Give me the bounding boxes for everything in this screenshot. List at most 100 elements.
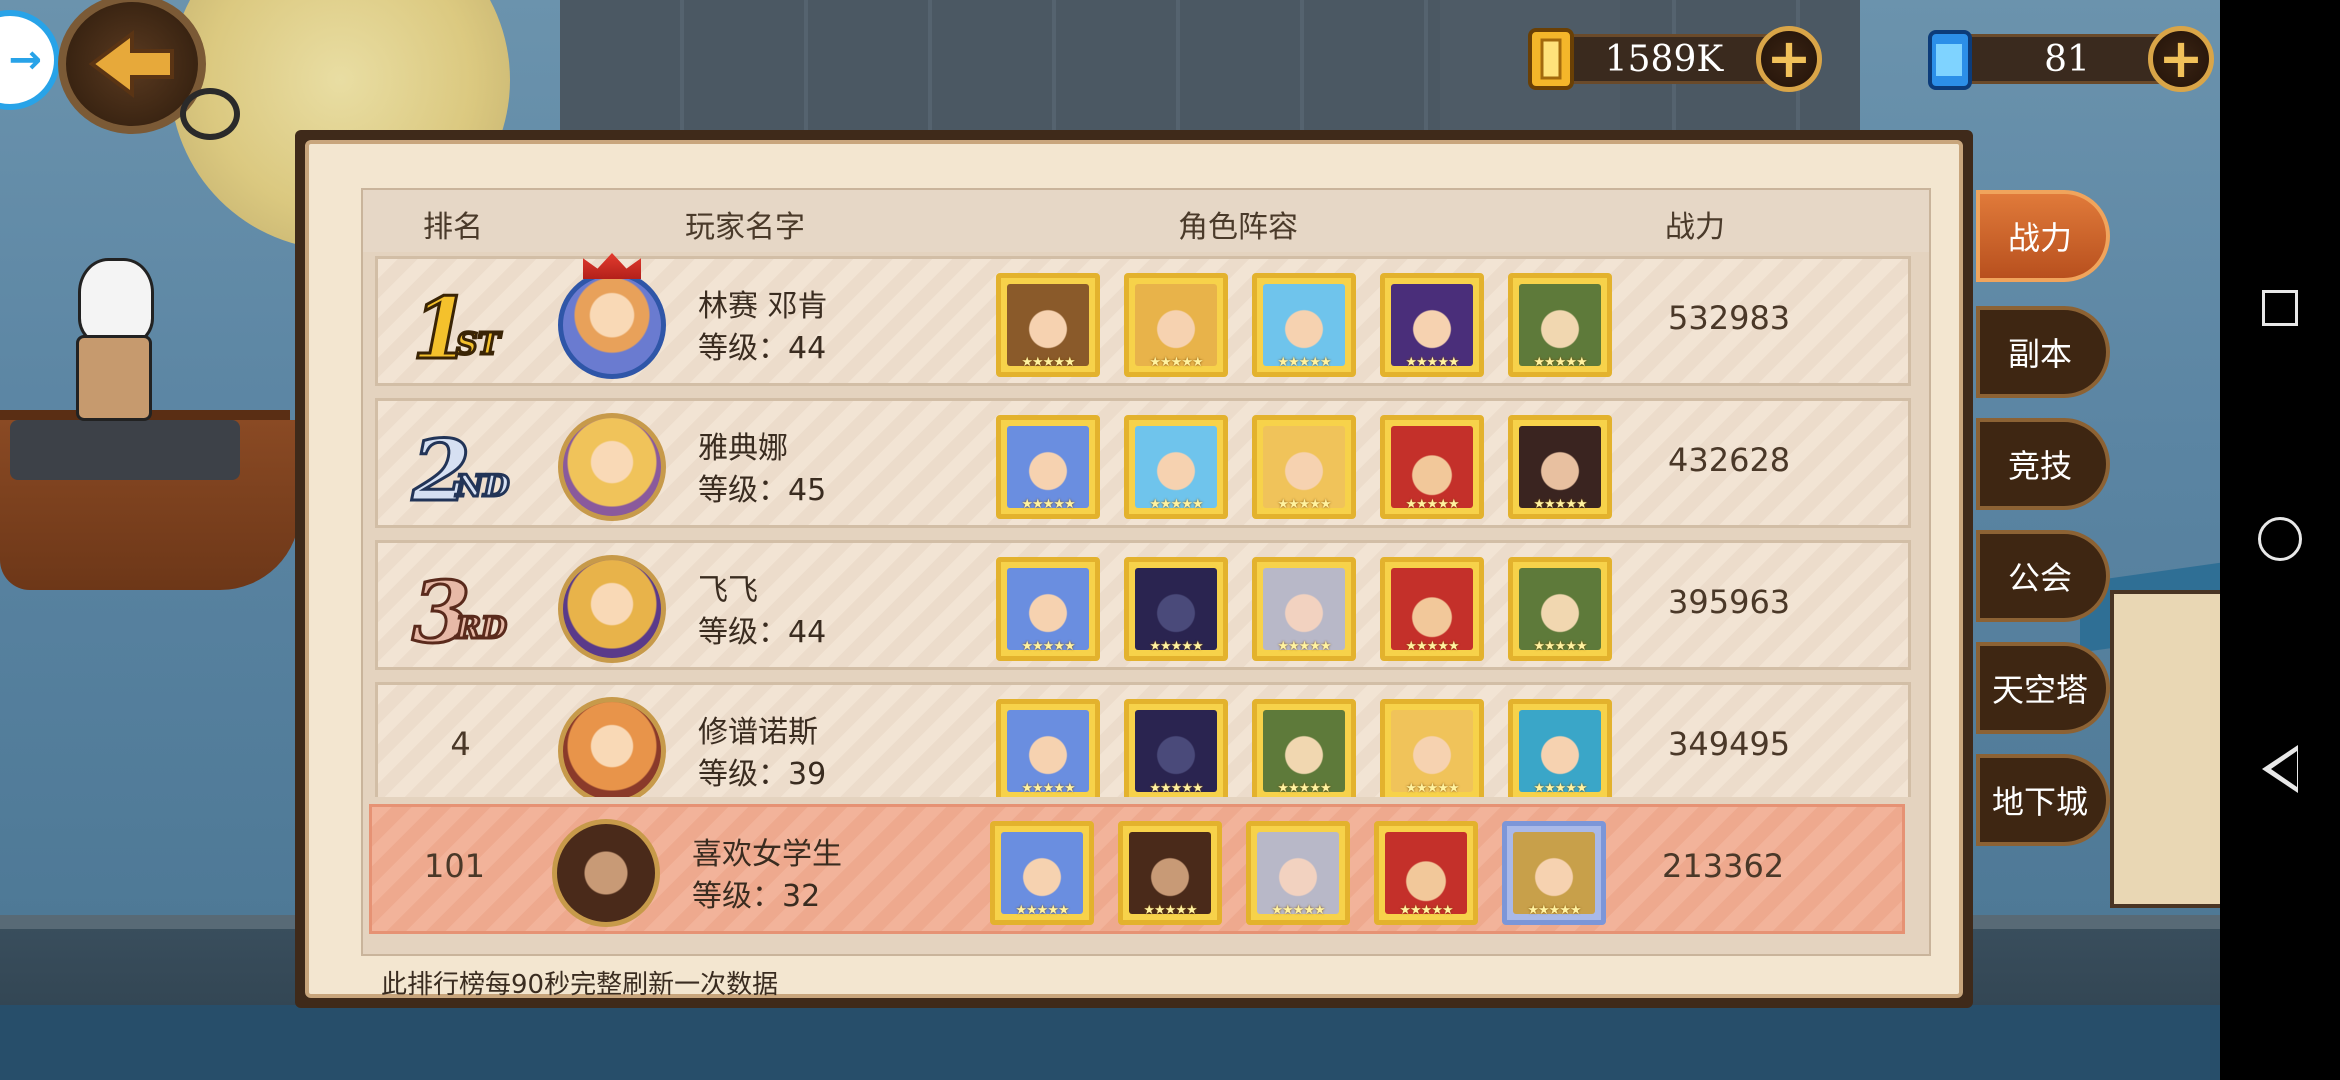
player-name: 喜欢女学生 xyxy=(692,837,842,872)
leaderboard-panel: 排名 玩家名字 角色阵容 战力 1 ST 林赛 邓肯 等级：44 ★★★★★ ★… xyxy=(295,130,1973,1008)
avatar[interactable] xyxy=(558,697,666,797)
tab-underground[interactable]: 地下城 xyxy=(1976,754,2110,846)
hero-stars: ★★★★★ xyxy=(1533,355,1587,370)
table-row[interactable]: 3 RD 飞飞 等级：44 ★★★★★ ★★★★★ ★★★★★ ★★★★★ ★★… xyxy=(375,540,1911,670)
player-level: 等级：45 xyxy=(698,473,827,508)
hero-portrait[interactable]: ★★★★★ xyxy=(1252,557,1356,661)
gem-currency: 81 + xyxy=(1922,26,2220,92)
hero-stars: ★★★★★ xyxy=(1149,781,1203,796)
rank-badge-bronze: 3 RD xyxy=(400,562,570,664)
player-name: 林赛 邓肯 xyxy=(698,289,828,324)
hero-stars: ★★★★★ xyxy=(1015,903,1069,918)
hero-portrait[interactable]: ★★★★★ xyxy=(996,699,1100,797)
hero-portrait[interactable]: ★★★★★ xyxy=(1252,273,1356,377)
hero-stars: ★★★★★ xyxy=(1271,903,1325,918)
back-arrow-icon xyxy=(88,30,174,98)
hero-portrait[interactable]: ★★★★★ xyxy=(1124,557,1228,661)
hero-stars: ★★★★★ xyxy=(1277,497,1331,512)
header-power: 战力 xyxy=(1665,210,1725,245)
home-icon[interactable] xyxy=(2258,517,2302,561)
chicken-character xyxy=(78,258,154,344)
hero-portrait[interactable]: ★★★★★ xyxy=(1124,699,1228,797)
table-row[interactable]: 2 ND 雅典娜 等级：45 ★★★★★ ★★★★★ ★★★★★ ★★★★★ ★… xyxy=(375,398,1911,528)
player-level: 等级：44 xyxy=(698,615,827,650)
tab-arena[interactable]: 竞技 xyxy=(1976,418,2110,510)
player-level: 等级：44 xyxy=(698,331,827,366)
player-level: 等级：32 xyxy=(692,879,821,914)
power-value: 532983 xyxy=(1668,299,1791,337)
refresh-note: 此排行榜每90秒完整刷新一次数据 xyxy=(381,970,779,1000)
hero-portrait[interactable]: ★★★★★ xyxy=(996,273,1100,377)
hero-portrait[interactable]: ★★★★★ xyxy=(1380,273,1484,377)
hero-portrait[interactable]: ★★★★★ xyxy=(1508,415,1612,519)
tab-dungeon[interactable]: 副本 xyxy=(1976,306,2110,398)
rank-number: 4 xyxy=(450,725,471,763)
leaderboard-panel-inner: 排名 玩家名字 角色阵容 战力 1 ST 林赛 邓肯 等级：44 ★★★★★ ★… xyxy=(305,140,1963,1000)
hero-stars: ★★★★★ xyxy=(1533,497,1587,512)
power-value: 395963 xyxy=(1668,583,1791,621)
hero-portrait[interactable]: ★★★★★ xyxy=(1246,821,1350,925)
hero-stars: ★★★★★ xyxy=(1405,497,1459,512)
table-header: 排名 玩家名字 角色阵容 战力 xyxy=(363,190,1929,252)
hero-portrait[interactable]: ★★★★★ xyxy=(1252,415,1356,519)
hero-portrait[interactable]: ★★★★★ xyxy=(1124,273,1228,377)
header-player-name: 玩家名字 xyxy=(685,210,805,245)
hero-portrait[interactable]: ★★★★★ xyxy=(1124,415,1228,519)
hero-stars: ★★★★★ xyxy=(1277,639,1331,654)
hero-portrait[interactable]: ★★★★★ xyxy=(1374,821,1478,925)
tab-sky-tower[interactable]: 天空塔 xyxy=(1976,642,2110,734)
rank-badge-silver: 2 ND xyxy=(400,420,570,522)
add-gem-button[interactable]: + xyxy=(2148,26,2214,92)
hero-portrait[interactable]: ★★★★★ xyxy=(1380,699,1484,797)
hero-portrait[interactable]: ★★★★★ xyxy=(1508,557,1612,661)
avatar[interactable] xyxy=(558,413,666,521)
hero-portrait[interactable]: ★★★★★ xyxy=(1380,415,1484,519)
leaderboard-table: 排名 玩家名字 角色阵容 战力 1 ST 林赛 邓肯 等级：44 ★★★★★ ★… xyxy=(361,188,1931,956)
hero-stars: ★★★★★ xyxy=(1405,639,1459,654)
hero-stars: ★★★★★ xyxy=(1149,639,1203,654)
hero-portrait[interactable]: ★★★★★ xyxy=(1252,699,1356,797)
hero-portrait[interactable]: ★★★★★ xyxy=(1118,821,1222,925)
leaderboard-list[interactable]: 1 ST 林赛 邓肯 等级：44 ★★★★★ ★★★★★ ★★★★★ ★★★★★… xyxy=(369,252,1925,797)
my-rank-row[interactable]: 101 喜欢女学生 等级：32 ★★★★★ ★★★★★ ★★★★★ ★★★★★ … xyxy=(369,804,1905,934)
hero-portrait[interactable]: ★★★★★ xyxy=(1502,821,1606,925)
player-name: 雅典娜 xyxy=(698,431,788,466)
hero-stars: ★★★★★ xyxy=(1149,497,1203,512)
hero-stars: ★★★★★ xyxy=(1021,639,1075,654)
hero-stars: ★★★★★ xyxy=(1277,781,1331,796)
hero-stars: ★★★★★ xyxy=(1277,355,1331,370)
table-row[interactable]: 1 ST 林赛 邓肯 等级：44 ★★★★★ ★★★★★ ★★★★★ ★★★★★… xyxy=(375,253,1911,386)
power-value: 432628 xyxy=(1668,441,1791,479)
recents-icon[interactable] xyxy=(2262,290,2298,326)
tab-guild[interactable]: 公会 xyxy=(1976,530,2110,622)
crown-icon xyxy=(583,253,641,279)
avatar[interactable] xyxy=(558,271,666,379)
hero-portrait[interactable]: ★★★★★ xyxy=(990,821,1094,925)
water xyxy=(0,1005,2220,1080)
hero-stars: ★★★★★ xyxy=(1405,781,1459,796)
avatar[interactable] xyxy=(552,819,660,927)
add-gold-button[interactable]: + xyxy=(1756,26,1822,92)
avatar[interactable] xyxy=(558,555,666,663)
hero-portrait[interactable]: ★★★★★ xyxy=(996,557,1100,661)
rank-badge-gold: 1 ST xyxy=(400,278,570,380)
gold-currency: 1589K + xyxy=(1524,26,1822,92)
hero-portrait[interactable]: ★★★★★ xyxy=(1508,699,1612,797)
gem-amount: 81 xyxy=(1962,34,2172,84)
hero-portrait[interactable]: ★★★★★ xyxy=(1508,273,1612,377)
rank-suffix: ND xyxy=(454,468,510,506)
hero-portrait[interactable]: ★★★★★ xyxy=(996,415,1100,519)
tab-power[interactable]: 战力 xyxy=(1976,190,2110,282)
table-row[interactable]: 4 修谱诺斯 等级：39 ★★★★★ ★★★★★ ★★★★★ ★★★★★ ★★★… xyxy=(375,682,1911,797)
hero-stars: ★★★★★ xyxy=(1143,903,1197,918)
header-rank: 排名 xyxy=(423,210,483,245)
back-icon[interactable] xyxy=(2262,745,2298,793)
player-name: 修谱诺斯 xyxy=(698,715,818,750)
hero-stars: ★★★★★ xyxy=(1021,781,1075,796)
gold-amount: 1589K xyxy=(1554,34,1774,84)
gold-coin-icon xyxy=(1528,28,1574,90)
rank-suffix: RD xyxy=(455,610,509,648)
hero-portrait[interactable]: ★★★★★ xyxy=(1380,557,1484,661)
cannon xyxy=(10,420,240,480)
player-level: 等级：39 xyxy=(698,757,827,792)
